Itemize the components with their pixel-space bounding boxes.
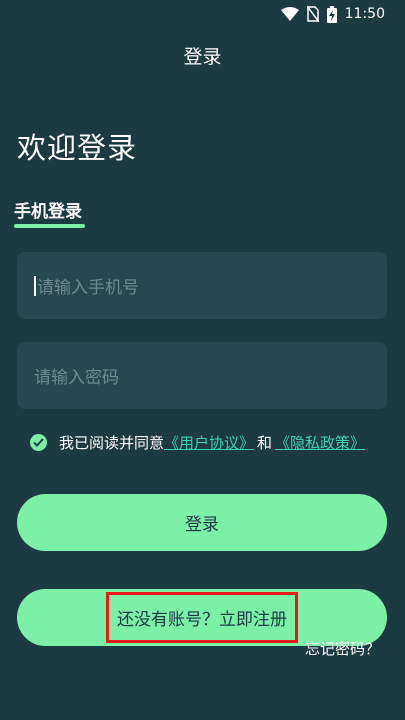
password-input-placeholder: 请输入密码 [34,368,119,388]
welcome-heading: 欢迎登录 [17,131,138,165]
phone-input-placeholder: 请输入手机号 [37,278,139,298]
wifi-icon [280,7,299,21]
phone-input[interactable]: 请输入手机号 [17,252,387,319]
no-sim-icon [306,6,319,22]
login-button-label: 登录 [185,515,219,535]
privacy-policy-link[interactable]: 《隐私政策》 [275,432,365,453]
tab-phone-login[interactable]: 手机登录 [14,197,82,222]
page-title: 登录 [183,46,222,68]
login-button[interactable]: 登录 [17,494,387,551]
status-time: 11:50 [344,6,385,22]
register-button-label: 还没有账号？立即注册 [106,592,298,643]
tab-underline [14,224,85,228]
forgot-password-link[interactable]: 忘记密码？ [305,638,380,659]
agreement-and: 和 [257,434,273,452]
battery-charging-icon [326,5,337,23]
check-icon [33,438,44,447]
text-cursor [34,275,36,296]
agreement-text: 我已阅读并同意 [59,434,165,452]
user-agreement-link[interactable]: 《用户协议》 [164,432,254,453]
agreement-checkbox[interactable] [30,434,47,451]
status-bar: 11:50 [0,0,405,28]
password-input[interactable]: 请输入密码 [17,342,387,409]
agreement-row: 我已阅读并同意 《用户协议》 和 《隐私政策》 [30,432,365,453]
